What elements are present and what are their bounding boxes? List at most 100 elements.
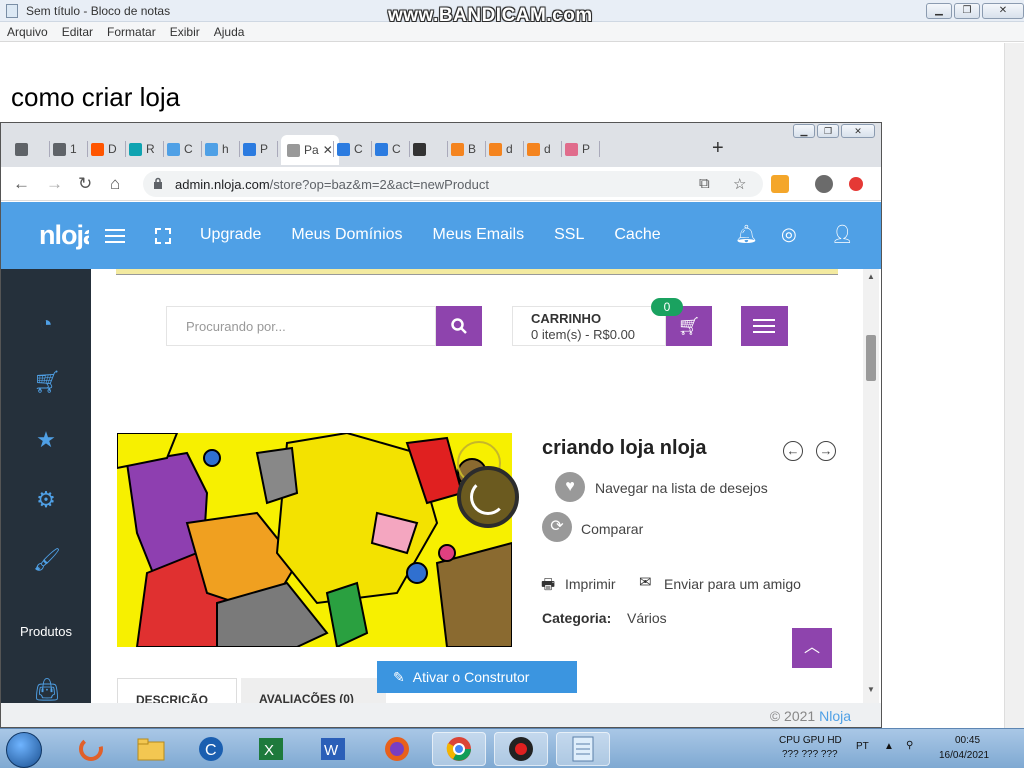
translate-icon[interactable]: ⧉	[699, 175, 710, 192]
print-link[interactable]: Imprimir	[565, 576, 616, 592]
taskbar-notepad[interactable]	[556, 732, 610, 766]
browser-minimize-button[interactable]: ▁	[793, 124, 815, 138]
dashboard-icon[interactable]: ◔	[33, 311, 59, 337]
back-icon[interactable]: ←	[13, 174, 30, 194]
help-lifebuoy-icon[interactable]: ◎	[781, 224, 797, 245]
network-icon[interactable]: ⚲	[906, 740, 913, 751]
browser-tab[interactable]: C	[375, 137, 401, 161]
browser-tab[interactable]: d	[527, 137, 551, 161]
tray-expand-icon[interactable]: ▲	[884, 741, 894, 752]
address-bar[interactable]: admin.nloja.com/store?op=baz&m=2&act=new…	[143, 171, 763, 197]
maximize-button[interactable]: ❐	[954, 3, 980, 19]
tab-close-icon[interactable]: ✕	[323, 143, 333, 157]
nav-cache[interactable]: Cache	[614, 226, 660, 244]
compare-link[interactable]: Comparar	[581, 521, 643, 537]
envelope-icon[interactable]: ✉	[639, 573, 652, 591]
browser-close-button[interactable]: ✕	[841, 124, 875, 138]
scroll-down-arrow[interactable]: ▼	[867, 685, 875, 694]
gear-icon[interactable]: ⚙	[33, 487, 59, 513]
nav-meus-emails[interactable]: Meus Emails	[433, 226, 525, 244]
taskbar-firefox[interactable]	[370, 732, 424, 766]
start-button[interactable]	[6, 732, 42, 768]
menu-formatar[interactable]: Formatar	[100, 22, 163, 41]
tab-separator	[561, 141, 562, 157]
tab-reviews[interactable]: AVALIAÇÕES (0)	[241, 678, 386, 703]
menu-exibir[interactable]: Exibir	[163, 22, 207, 41]
menu-editar[interactable]: Editar	[55, 22, 100, 41]
nav-ssl[interactable]: SSL	[554, 226, 584, 244]
wishlist-link[interactable]: Navegar na lista de desejos	[595, 480, 768, 496]
content-scrollbar[interactable]: ▲ ▼	[863, 269, 879, 703]
nav-upgrade[interactable]: Upgrade	[200, 226, 261, 244]
taskbar-excel[interactable]: X	[244, 732, 298, 766]
store-menu-button[interactable]	[741, 306, 788, 346]
category-value[interactable]: Vários	[627, 610, 667, 626]
new-tab-button[interactable]: +	[712, 137, 724, 160]
wishlist-heart-icon[interactable]: ♥	[555, 472, 585, 502]
menu-arquivo[interactable]: Arquivo	[0, 22, 55, 41]
browser-maximize-button[interactable]: ❐	[817, 124, 839, 138]
send-to-friend-link[interactable]: Enviar para um amigo	[664, 576, 801, 592]
cart-icon[interactable]: 🛒︎	[33, 369, 61, 395]
user-icon[interactable]: 👤︎	[831, 224, 854, 245]
close-button[interactable]: ✕	[982, 3, 1024, 19]
fullscreen-icon[interactable]	[155, 228, 171, 244]
nloja-logo[interactable]: nloja	[39, 220, 89, 251]
language-indicator[interactable]: PT	[856, 741, 869, 752]
extension-shop-icon[interactable]	[771, 175, 789, 193]
nav-meus-dominios[interactable]: Meus Domínios	[291, 226, 402, 244]
bookmark-star-icon[interactable]: ☆	[733, 175, 746, 193]
hamburger-menu-icon[interactable]	[105, 229, 125, 247]
taskbar-bandicam[interactable]	[494, 732, 548, 766]
menu-ajuda[interactable]: Ajuda	[207, 22, 252, 41]
taskbar-app-1[interactable]	[64, 732, 118, 766]
footer-nloja-link[interactable]: Nloja	[819, 708, 851, 724]
browser-tab[interactable]: P	[243, 137, 268, 161]
back-to-top-button[interactable]: ︿	[792, 628, 832, 668]
browser-tab[interactable]: R	[129, 137, 155, 161]
product-image[interactable]	[117, 433, 512, 647]
scroll-thumb[interactable]	[866, 335, 876, 381]
taskbar-chrome[interactable]	[432, 732, 486, 766]
browser-tab[interactable]: D	[91, 137, 117, 161]
browser-tab[interactable]: h	[205, 137, 229, 161]
browser-tab[interactable]: d	[489, 137, 513, 161]
notepad-scrollbar[interactable]	[1004, 43, 1024, 728]
search-button[interactable]	[436, 306, 482, 346]
shopping-bag-icon[interactable]: 👜︎	[33, 677, 61, 703]
reload-icon[interactable]: ↻	[78, 174, 92, 194]
star-icon[interactable]: ★	[33, 427, 59, 453]
activate-builder-button[interactable]: ✎ Ativar o Construtor	[377, 661, 577, 693]
url-text[interactable]: admin.nloja.com/store?op=baz&m=2&act=new…	[175, 177, 489, 192]
minimize-button[interactable]: ▁	[926, 3, 952, 19]
clock-date[interactable]: 16/04/2021	[939, 750, 989, 761]
browser-tab[interactable]: Pa ✕	[281, 135, 339, 165]
search-input[interactable]: Procurando por...	[166, 306, 436, 346]
taskbar-explorer[interactable]	[124, 732, 178, 766]
cart-summary[interactable]: CARRINHO 0 item(s) - R$0.00	[512, 306, 666, 346]
browser-tab[interactable]: C	[167, 137, 193, 161]
update-icon[interactable]	[849, 177, 863, 191]
browser-tab[interactable]	[15, 137, 32, 161]
previous-product-icon[interactable]: ←	[783, 441, 803, 461]
browser-tab[interactable]: B	[451, 137, 476, 161]
compare-icon[interactable]: ⟳	[542, 512, 572, 542]
notepad-text-line[interactable]: como criar loja	[11, 82, 180, 113]
browser-tab[interactable]: 1	[53, 137, 77, 161]
next-product-icon[interactable]: →	[816, 441, 836, 461]
forward-icon[interactable]: →	[46, 174, 63, 194]
browser-tab[interactable]: C	[337, 137, 363, 161]
bell-icon[interactable]: 🔔︎	[735, 224, 758, 245]
clock-time[interactable]: 00:45	[955, 735, 980, 746]
brush-icon[interactable]: 🖌︎	[33, 547, 61, 573]
scroll-up-arrow[interactable]: ▲	[867, 272, 875, 281]
home-icon[interactable]: ⌂	[110, 174, 120, 194]
printer-icon[interactable]: 🖶︎	[541, 574, 555, 599]
taskbar-ccleaner[interactable]: C	[184, 732, 238, 766]
profile-avatar[interactable]	[815, 175, 833, 193]
tab-description[interactable]: DESCRIÇÃO	[117, 678, 237, 703]
taskbar-word[interactable]: W	[306, 732, 360, 766]
browser-tab[interactable]: P	[565, 137, 590, 161]
browser-tab[interactable]	[413, 137, 430, 161]
sidebar-label-produtos[interactable]: Produtos	[1, 624, 91, 639]
